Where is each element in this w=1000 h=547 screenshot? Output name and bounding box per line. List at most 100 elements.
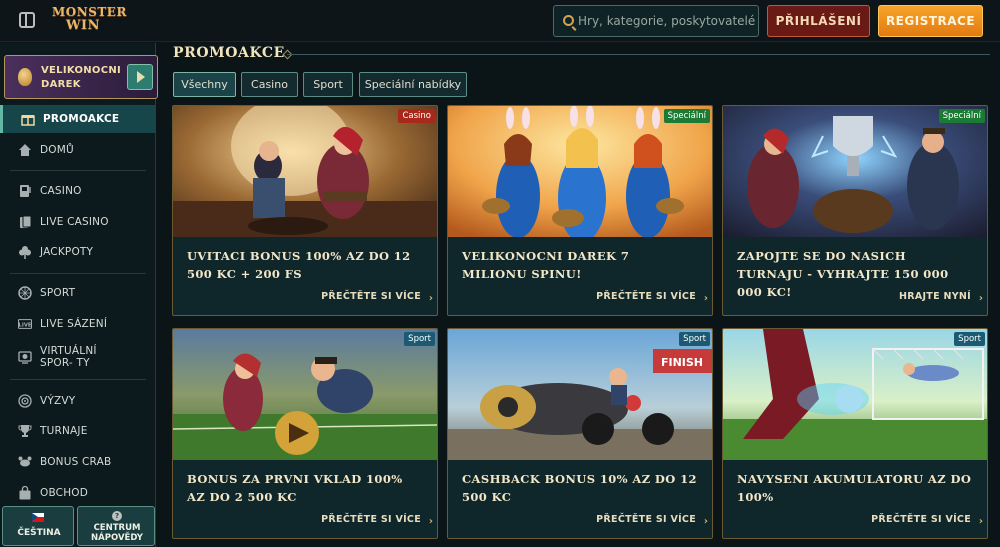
- sidebar-item-live-casino[interactable]: LIVE CASINO: [0, 208, 156, 236]
- sidebar-item-label: LIVE SÁZENÍ: [40, 318, 108, 330]
- help-center-label: CENTRUM NÁPOVĚDY: [91, 523, 143, 543]
- live-badge-icon: LIVE: [18, 317, 32, 331]
- cards-icon: [18, 215, 32, 229]
- login-button[interactable]: PŘIHLÁŠENÍ: [767, 5, 870, 37]
- slot-machine-icon: [18, 184, 32, 198]
- category-badge: Casino: [398, 109, 435, 123]
- sidebar-item-turnaje[interactable]: TURNAJE: [0, 417, 156, 445]
- crab-icon: [18, 455, 32, 469]
- sidebar-item-virtualni-sporty[interactable]: VIRTUÁLNÍ SPOR- TY: [0, 341, 156, 373]
- promo-card[interactable]: FINISH Sport CASHBACK BONUS 10% AZ DO 12…: [447, 328, 713, 539]
- filter-sport[interactable]: Sport: [303, 72, 353, 97]
- svg-text:LIVE: LIVE: [19, 323, 32, 329]
- czech-flag-icon: [32, 513, 44, 522]
- promo-card-title: NAVYSENI AKUMULATORU AZ DO 100%: [737, 472, 972, 504]
- gift-icon: [21, 112, 35, 126]
- easter-promo-banner[interactable]: VELIKONOCNI DAREK: [4, 55, 158, 99]
- home-icon: [18, 143, 32, 157]
- promo-card-title: CASHBACK BONUS 10% AZ DO 12 500 KC: [462, 472, 697, 504]
- promo-card[interactable]: Casino UVITACI BONUS 100% AZ DO 12 500 K…: [172, 105, 438, 316]
- filter-all[interactable]: Všechny: [173, 72, 236, 97]
- promo-card[interactable]: Speciální VELIKONOCNI DAREK 7 MILIONU SP…: [447, 105, 713, 316]
- sidebar-item-label: BONUS CRAB: [40, 456, 112, 468]
- category-badge: Sport: [404, 332, 435, 346]
- svg-text:FINISH: FINISH: [661, 356, 703, 369]
- sidebar-item-bonus-crab[interactable]: BONUS CRAB: [0, 448, 156, 476]
- play-now-link[interactable]: HRAJTE NYNÍ: [899, 291, 971, 302]
- sidebar-divider: [10, 170, 146, 171]
- search-icon: [563, 15, 574, 26]
- brand-logo-line2: WIN: [65, 18, 101, 33]
- sidebar-item-label: VIRTUÁLNÍ SPOR- TY: [40, 345, 97, 369]
- sidebar-item-label: SPORT: [40, 287, 76, 299]
- sidebar-item-label: LIVE CASINO: [40, 216, 109, 228]
- search-input[interactable]: [578, 6, 756, 36]
- sidebar-item-casino[interactable]: CASINO: [0, 177, 156, 205]
- chevron-right-icon: ›: [428, 516, 433, 527]
- sidebar-item-label: OBCHOD: [40, 487, 89, 499]
- sidebar-item-vyzvy[interactable]: VÝZVY: [0, 387, 156, 415]
- filter-special-offers[interactable]: Speciální nabídky: [359, 72, 467, 97]
- chevron-right-icon: ›: [703, 293, 708, 304]
- sidebar-item-jackpoty[interactable]: JACKPOTY: [0, 238, 156, 266]
- language-button[interactable]: ČEŠTINA: [2, 506, 74, 546]
- promo-banner-label: VELIKONOCNI DAREK: [41, 65, 122, 90]
- category-badge: Speciální: [663, 109, 710, 123]
- clover-icon: [18, 245, 32, 259]
- bag-icon: [18, 486, 32, 500]
- promo-card-image: [173, 329, 437, 460]
- promo-card-title: UVITACI BONUS 100% AZ DO 12 500 KC + 200…: [187, 249, 411, 281]
- sidebar-item-promoakce[interactable]: PROMOAKCE: [0, 105, 156, 133]
- chevron-right-icon: ›: [703, 516, 708, 527]
- sidebar-item-domu[interactable]: DOMŮ: [0, 136, 156, 164]
- sidebar-toggle-icon[interactable]: [19, 12, 35, 28]
- top-bar: MONSTER WIN PŘIHLÁŠENÍ REGISTRACE: [0, 0, 1000, 42]
- sidebar-item-obchod[interactable]: OBCHOD: [0, 479, 156, 507]
- language-label: ČEŠTINA: [17, 528, 61, 538]
- page-title: PROMOAKCE: [173, 45, 285, 61]
- register-button[interactable]: REGISTRACE: [878, 5, 983, 37]
- promo-card-title: BONUS ZA PRVNI VKLAD 100% AZ DO 2 500 KC: [187, 472, 403, 504]
- read-more-link[interactable]: PŘEČTĚTE SI VÍCE: [321, 514, 421, 525]
- promo-card[interactable]: Sport NAVYSENI AKUMULATORU AZ DO 100% PŘ…: [722, 328, 988, 539]
- sidebar-item-live-sazeni[interactable]: LIVE LIVE SÁZENÍ: [0, 310, 156, 338]
- ball-icon: [18, 286, 32, 300]
- sidebar-item-label: VÝZVY: [40, 395, 76, 407]
- sidebar-item-label: PROMOAKCE: [43, 113, 120, 125]
- sidebar-item-label: JACKPOTY: [40, 246, 94, 258]
- read-more-link[interactable]: PŘEČTĚTE SI VÍCE: [596, 514, 696, 525]
- category-badge: Sport: [679, 332, 710, 346]
- category-badge: Speciální: [938, 109, 985, 123]
- chevron-right-icon: ›: [978, 293, 983, 304]
- read-more-link[interactable]: PŘEČTĚTE SI VÍCE: [596, 291, 696, 302]
- read-more-link[interactable]: PŘEČTĚTE SI VÍCE: [321, 291, 421, 302]
- sidebar-item-label: TURNAJE: [40, 425, 88, 437]
- promo-card-image: [723, 329, 987, 460]
- sidebar: VELIKONOCNI DAREK PROMOAKCE DOMŮ CASINO: [0, 43, 158, 547]
- target-icon: [18, 394, 32, 408]
- sidebar-divider: [10, 273, 146, 274]
- sidebar-divider: [10, 379, 146, 380]
- promo-card-image: [173, 106, 437, 237]
- search-box[interactable]: [553, 5, 759, 37]
- promo-card-image: FINISH: [448, 329, 712, 460]
- trophy-icon: [18, 424, 32, 438]
- read-more-link[interactable]: PŘEČTĚTE SI VÍCE: [871, 514, 971, 525]
- promo-card[interactable]: Speciální ZAPOJTE SE DO NASICH TURNAJU -…: [722, 105, 988, 316]
- sidebar-item-sport[interactable]: SPORT: [0, 279, 156, 307]
- promo-card[interactable]: Sport BONUS ZA PRVNI VKLAD 100% AZ DO 2 …: [172, 328, 438, 539]
- promo-card-image: [448, 106, 712, 237]
- help-icon: ?: [112, 511, 122, 521]
- help-center-button[interactable]: ? CENTRUM NÁPOVĚDY: [77, 506, 155, 546]
- brand-logo[interactable]: MONSTER WIN: [52, 5, 127, 37]
- arrow-right-icon[interactable]: [127, 64, 153, 90]
- sidebar-item-label: CASINO: [40, 185, 82, 197]
- filter-casino[interactable]: Casino: [241, 72, 298, 97]
- chevron-right-icon: ›: [428, 293, 433, 304]
- category-badge: Sport: [954, 332, 985, 346]
- sidebar-item-label: DOMŮ: [40, 144, 74, 156]
- brand-logo-line1: MONSTER: [52, 5, 127, 19]
- chevron-right-icon: ›: [978, 516, 983, 527]
- egg-icon: [18, 68, 32, 86]
- promo-card-title: VELIKONOCNI DAREK 7 MILIONU SPINU!: [462, 249, 630, 281]
